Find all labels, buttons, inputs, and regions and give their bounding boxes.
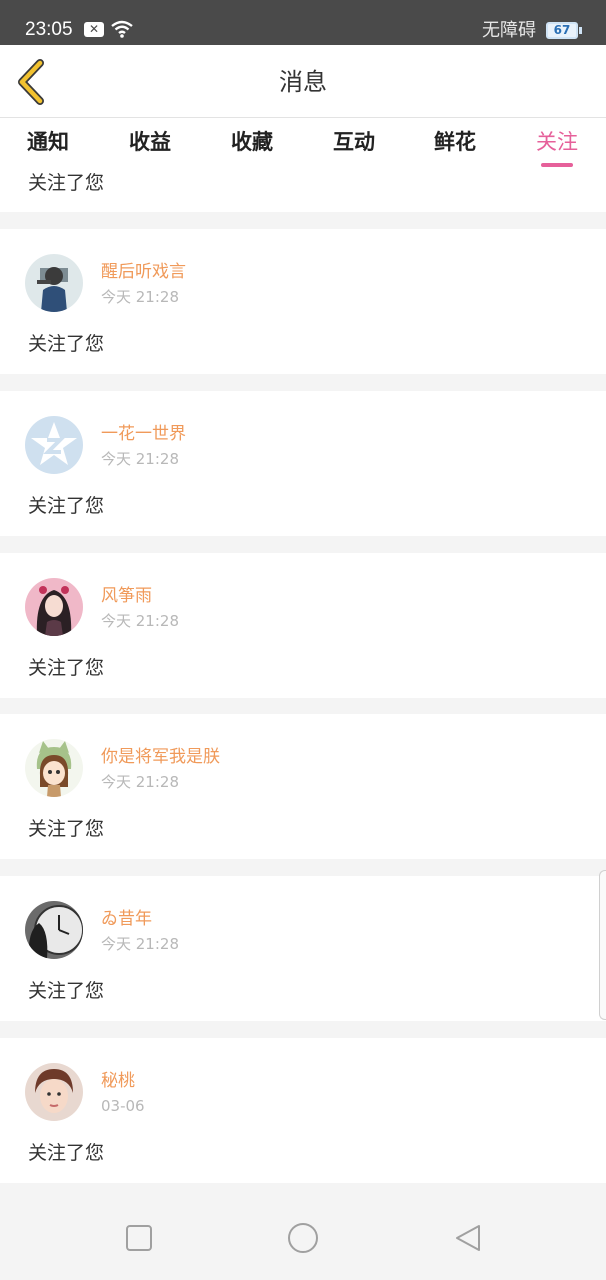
message-text: 关注了您 xyxy=(28,657,105,679)
user-name[interactable]: 一花一世界 xyxy=(101,423,186,445)
avatar[interactable] xyxy=(25,901,83,959)
list-item[interactable]: 关注了您 xyxy=(0,170,606,212)
battery-tip xyxy=(579,27,582,34)
avatar[interactable] xyxy=(25,739,83,797)
header-bar: 消息 xyxy=(0,45,606,118)
avatar[interactable] xyxy=(25,254,83,312)
edge-scroll-handle[interactable] xyxy=(599,870,606,1020)
list-item[interactable]: 秘桃 03-06 关注了您 xyxy=(0,1038,606,1183)
avatar[interactable] xyxy=(25,416,83,474)
notification-x-icon: ✕ xyxy=(84,22,104,37)
message-time: 03-06 xyxy=(101,1097,145,1115)
tab-notifications[interactable]: 通知 xyxy=(27,128,69,156)
message-text: 关注了您 xyxy=(28,495,105,517)
back-nav-icon[interactable] xyxy=(453,1223,483,1253)
message-text: 关注了您 xyxy=(28,1142,105,1164)
wifi-icon xyxy=(111,20,133,38)
tab-favorites[interactable]: 收藏 xyxy=(231,128,273,156)
user-name[interactable]: 醒后听戏言 xyxy=(101,261,186,283)
message-text: 关注了您 xyxy=(28,818,105,840)
message-text: 关注了您 xyxy=(28,980,105,1002)
list-item[interactable]: 醒后听戏言 今天 21:28 关注了您 xyxy=(0,229,606,374)
tab-bar: 通知 收益 收藏 互动 鲜花 关注 xyxy=(0,118,606,170)
tab-flowers[interactable]: 鲜花 xyxy=(434,128,476,156)
system-nav-bar xyxy=(0,1183,606,1280)
avatar[interactable] xyxy=(25,578,83,636)
status-time: 23:05 xyxy=(25,19,73,40)
page-title: 消息 xyxy=(279,68,327,96)
user-name[interactable]: 秘桃 xyxy=(101,1070,135,1092)
active-tab-indicator xyxy=(541,163,573,167)
tab-follows[interactable]: 关注 xyxy=(536,128,578,156)
tab-earnings[interactable]: 收益 xyxy=(129,128,171,156)
user-name[interactable]: 你是将军我是朕 xyxy=(101,746,220,768)
message-time: 今天 21:28 xyxy=(101,450,179,468)
message-text: 关注了您 xyxy=(28,333,105,355)
list-item[interactable]: 一花一世界 今天 21:28 关注了您 xyxy=(0,391,606,536)
message-text: 关注了您 xyxy=(28,172,105,194)
user-name[interactable]: ゐ昔年 xyxy=(101,908,152,930)
message-time: 今天 21:28 xyxy=(101,288,179,306)
list-item[interactable]: ゐ昔年 今天 21:28 关注了您 xyxy=(0,876,606,1021)
message-time: 今天 21:28 xyxy=(101,773,179,791)
tab-interactions[interactable]: 互动 xyxy=(333,128,375,156)
message-time: 今天 21:28 xyxy=(101,935,179,953)
home-icon[interactable] xyxy=(287,1222,319,1254)
list-item[interactable]: 风筝雨 今天 21:28 关注了您 xyxy=(0,553,606,698)
list-item[interactable]: 你是将军我是朕 今天 21:28 关注了您 xyxy=(0,714,606,859)
user-name[interactable]: 风筝雨 xyxy=(101,585,152,607)
accessibility-label: 无障碍 xyxy=(482,20,536,41)
battery-icon: 67 xyxy=(546,22,578,39)
message-time: 今天 21:28 xyxy=(101,612,179,630)
status-bar: 23:05 ✕ 无障碍 67 xyxy=(0,0,606,45)
avatar[interactable] xyxy=(25,1063,83,1121)
recent-apps-icon[interactable] xyxy=(124,1223,154,1253)
